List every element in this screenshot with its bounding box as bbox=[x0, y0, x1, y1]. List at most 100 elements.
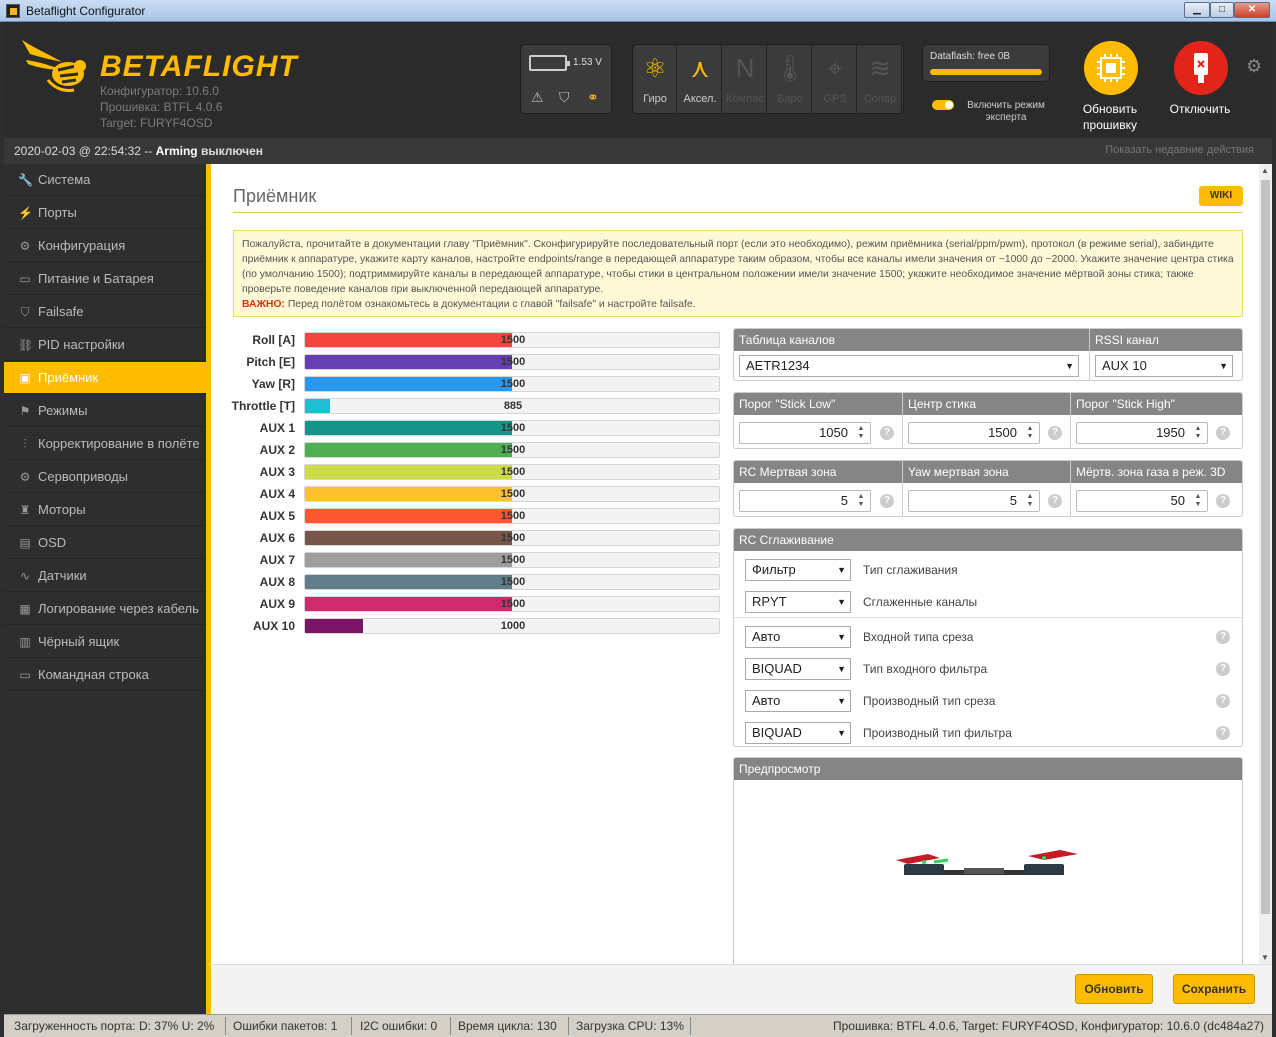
throttle-3d-deadband-input[interactable]: 50 ▲ ▼ bbox=[1076, 490, 1208, 512]
target-name: Target: FURYF4OSD bbox=[100, 116, 213, 130]
rssi-header: RSSI канал bbox=[1090, 329, 1242, 351]
sidebar-item-11[interactable]: ▤ OSD bbox=[4, 527, 206, 559]
sidebar-item-12[interactable]: ∿ Датчики bbox=[4, 560, 206, 592]
sidebar-item-label: OSD bbox=[38, 535, 67, 550]
channel-label: AUX 7 bbox=[259, 553, 295, 567]
channel-row: AUX 9 1500 bbox=[221, 595, 721, 613]
stick-center-input[interactable]: 1500 ▲ ▼ bbox=[908, 422, 1040, 444]
stick-low-value: 1050 bbox=[819, 425, 848, 440]
channel-map-select[interactable]: AETR1234 ▼ bbox=[739, 355, 1079, 377]
smoothing-select[interactable]: RPYT ▼ bbox=[745, 591, 851, 613]
help-icon[interactable]: ? bbox=[1216, 630, 1230, 644]
minimize-button[interactable]: ▁ bbox=[1184, 2, 1210, 18]
disconnect-button[interactable] bbox=[1174, 41, 1228, 95]
help-icon[interactable]: ? bbox=[880, 426, 894, 440]
quad-model-preview bbox=[896, 850, 1078, 875]
channel-row: AUX 6 1500 bbox=[221, 529, 721, 547]
sidebar-item-3[interactable]: ▭ Питание и Батарея bbox=[4, 263, 206, 295]
rssi-channel-select[interactable]: AUX 10 ▼ bbox=[1095, 355, 1233, 377]
channel-row: Pitch [E] 1500 bbox=[221, 353, 721, 371]
i2c-errors: I2C ошибки: 0 bbox=[360, 1019, 438, 1033]
sidebar-item-0[interactable]: 🔧 Система bbox=[4, 164, 206, 196]
rc-deadband-input[interactable]: 5 ▲ ▼ bbox=[739, 490, 871, 512]
refresh-button[interactable]: Обновить bbox=[1075, 974, 1153, 1004]
channel-bar: 1500 bbox=[304, 442, 720, 458]
show-recent-actions[interactable]: Показать недавние действия bbox=[1105, 144, 1254, 156]
channel-map-panel: Таблица каналов RSSI канал AETR1234 ▼ AUX… bbox=[733, 328, 1243, 381]
save-button[interactable]: Сохранить bbox=[1173, 974, 1255, 1004]
channel-row: AUX 7 1500 bbox=[221, 551, 721, 569]
spinner-icon[interactable]: ▲ ▼ bbox=[1024, 425, 1036, 441]
sidebar-item-5[interactable]: ⛓ PID настройки bbox=[4, 329, 206, 361]
channel-value: 1500 bbox=[500, 554, 526, 566]
sidebar-item-14[interactable]: ▥ Чёрный ящик bbox=[4, 626, 206, 658]
channel-map-value: AETR1234 bbox=[746, 358, 810, 373]
smoothing-select[interactable]: Авто ▼ bbox=[745, 690, 851, 712]
sidebar-item-8[interactable]: ⫶ Корректирование в полёте bbox=[4, 428, 206, 460]
sidebar-item-13[interactable]: ▦ Логирование через кабель bbox=[4, 593, 206, 625]
sidebar-item-2[interactable]: ⚙ Конфигурация bbox=[4, 230, 206, 262]
wiki-button[interactable]: WIKI bbox=[1199, 186, 1243, 206]
smoothing-select-value: Авто bbox=[752, 629, 781, 644]
scrollbar-thumb[interactable] bbox=[1261, 180, 1270, 914]
sidebar-item-10[interactable]: ♜ Моторы bbox=[4, 494, 206, 526]
yaw-deadband-input[interactable]: 5 ▲ ▼ bbox=[908, 490, 1040, 512]
smoothing-label: Тип сглаживания bbox=[863, 563, 958, 577]
channel-label: Roll [A] bbox=[252, 333, 295, 347]
settings-gear-icon[interactable]: ⚙ bbox=[1246, 56, 1262, 77]
close-button[interactable]: ✕ bbox=[1234, 2, 1270, 18]
stick-high-input[interactable]: 1950 ▲ ▼ bbox=[1076, 422, 1208, 444]
sidebar-item-7[interactable]: ⚑ Режимы bbox=[4, 395, 206, 427]
channel-bar: 1500 bbox=[304, 530, 720, 546]
channel-value: 1500 bbox=[500, 488, 526, 500]
battery-icon bbox=[529, 55, 570, 71]
expert-mode-toggle[interactable] bbox=[932, 100, 954, 110]
status-bar: Загруженность порта: D: 37% U: 2% Ошибки… bbox=[4, 1014, 1272, 1037]
flash-firmware-label: Обновить прошивку bbox=[1082, 102, 1138, 132]
sidebar-item-4[interactable]: ⛉ Failsafe bbox=[4, 296, 206, 328]
sidebar-item-6[interactable]: ▣ Приёмник bbox=[4, 362, 206, 394]
sidebar-item-label: Чёрный ящик bbox=[38, 634, 120, 649]
receiver-icon: ▣ bbox=[19, 371, 31, 385]
sensor-icon: N bbox=[735, 53, 755, 83]
flash-firmware-button[interactable] bbox=[1084, 41, 1138, 95]
port-usage: Загруженность порта: D: 37% U: 2% bbox=[14, 1019, 215, 1033]
sidebar-item-9[interactable]: ⚙ Сервоприводы bbox=[4, 461, 206, 493]
smoothing-select-value: Фильтр bbox=[752, 562, 796, 577]
main-content: Приёмник WIKI Пожалуйста, прочитайте в д… bbox=[206, 164, 1259, 967]
spinner-icon[interactable]: ▲ ▼ bbox=[1024, 493, 1036, 509]
sidebar-item-1[interactable]: ⚡ Порты bbox=[4, 197, 206, 229]
smoothing-select[interactable]: BIQUAD ▼ bbox=[745, 722, 851, 744]
maximize-button[interactable]: □ bbox=[1210, 2, 1234, 18]
help-icon[interactable]: ? bbox=[1216, 494, 1230, 508]
smoothing-select[interactable]: Авто ▼ bbox=[745, 626, 851, 648]
smoothing-select[interactable]: BIQUAD ▼ bbox=[745, 658, 851, 680]
spinner-icon[interactable]: ▲ ▼ bbox=[855, 493, 867, 509]
stick-low-input[interactable]: 1050 ▲ ▼ bbox=[739, 422, 871, 444]
help-icon[interactable]: ? bbox=[1216, 426, 1230, 440]
spinner-icon[interactable]: ▲ ▼ bbox=[1192, 493, 1204, 509]
help-icon[interactable]: ? bbox=[1048, 426, 1062, 440]
help-icon[interactable]: ? bbox=[1048, 494, 1062, 508]
help-icon[interactable]: ? bbox=[1216, 726, 1230, 740]
gear-icon: ⚙ bbox=[19, 239, 31, 253]
scroll-down-icon[interactable]: ▼ bbox=[1261, 953, 1269, 962]
spinner-icon[interactable]: ▲ ▼ bbox=[1192, 425, 1204, 441]
channel-value: 1500 bbox=[500, 576, 526, 588]
help-icon[interactable]: ? bbox=[880, 494, 894, 508]
stick-low-header: Порог "Stick Low" bbox=[734, 393, 902, 415]
spinner-icon[interactable]: ▲ ▼ bbox=[855, 425, 867, 441]
rc-smoothing-panel: RC Сглаживание Фильтр ▼ Тип сглаживания RPY… bbox=[733, 528, 1243, 747]
title-bar: Betaflight Configurator ▁ □ ✕ bbox=[0, 0, 1276, 22]
smoothing-select[interactable]: Фильтр ▼ bbox=[745, 559, 851, 581]
help-icon[interactable]: ? bbox=[1216, 662, 1230, 676]
app-window: Betaflight Configurator ▁ □ ✕ BETAFLIGHT… bbox=[0, 0, 1276, 1037]
content-scrollbar[interactable]: ▲ ▼ bbox=[1259, 164, 1272, 964]
sidebar-item-label: Режимы bbox=[38, 403, 88, 418]
scroll-up-icon[interactable]: ▲ bbox=[1261, 166, 1269, 175]
help-icon[interactable]: ? bbox=[1216, 694, 1230, 708]
note-text: Пожалуйста, прочитайте в документации гл… bbox=[242, 239, 1234, 295]
sidebar-item-15[interactable]: ▭ Командная строка bbox=[4, 659, 206, 691]
channel-row: AUX 4 1500 bbox=[221, 485, 721, 503]
sensor-label: Сонар bbox=[863, 93, 897, 105]
